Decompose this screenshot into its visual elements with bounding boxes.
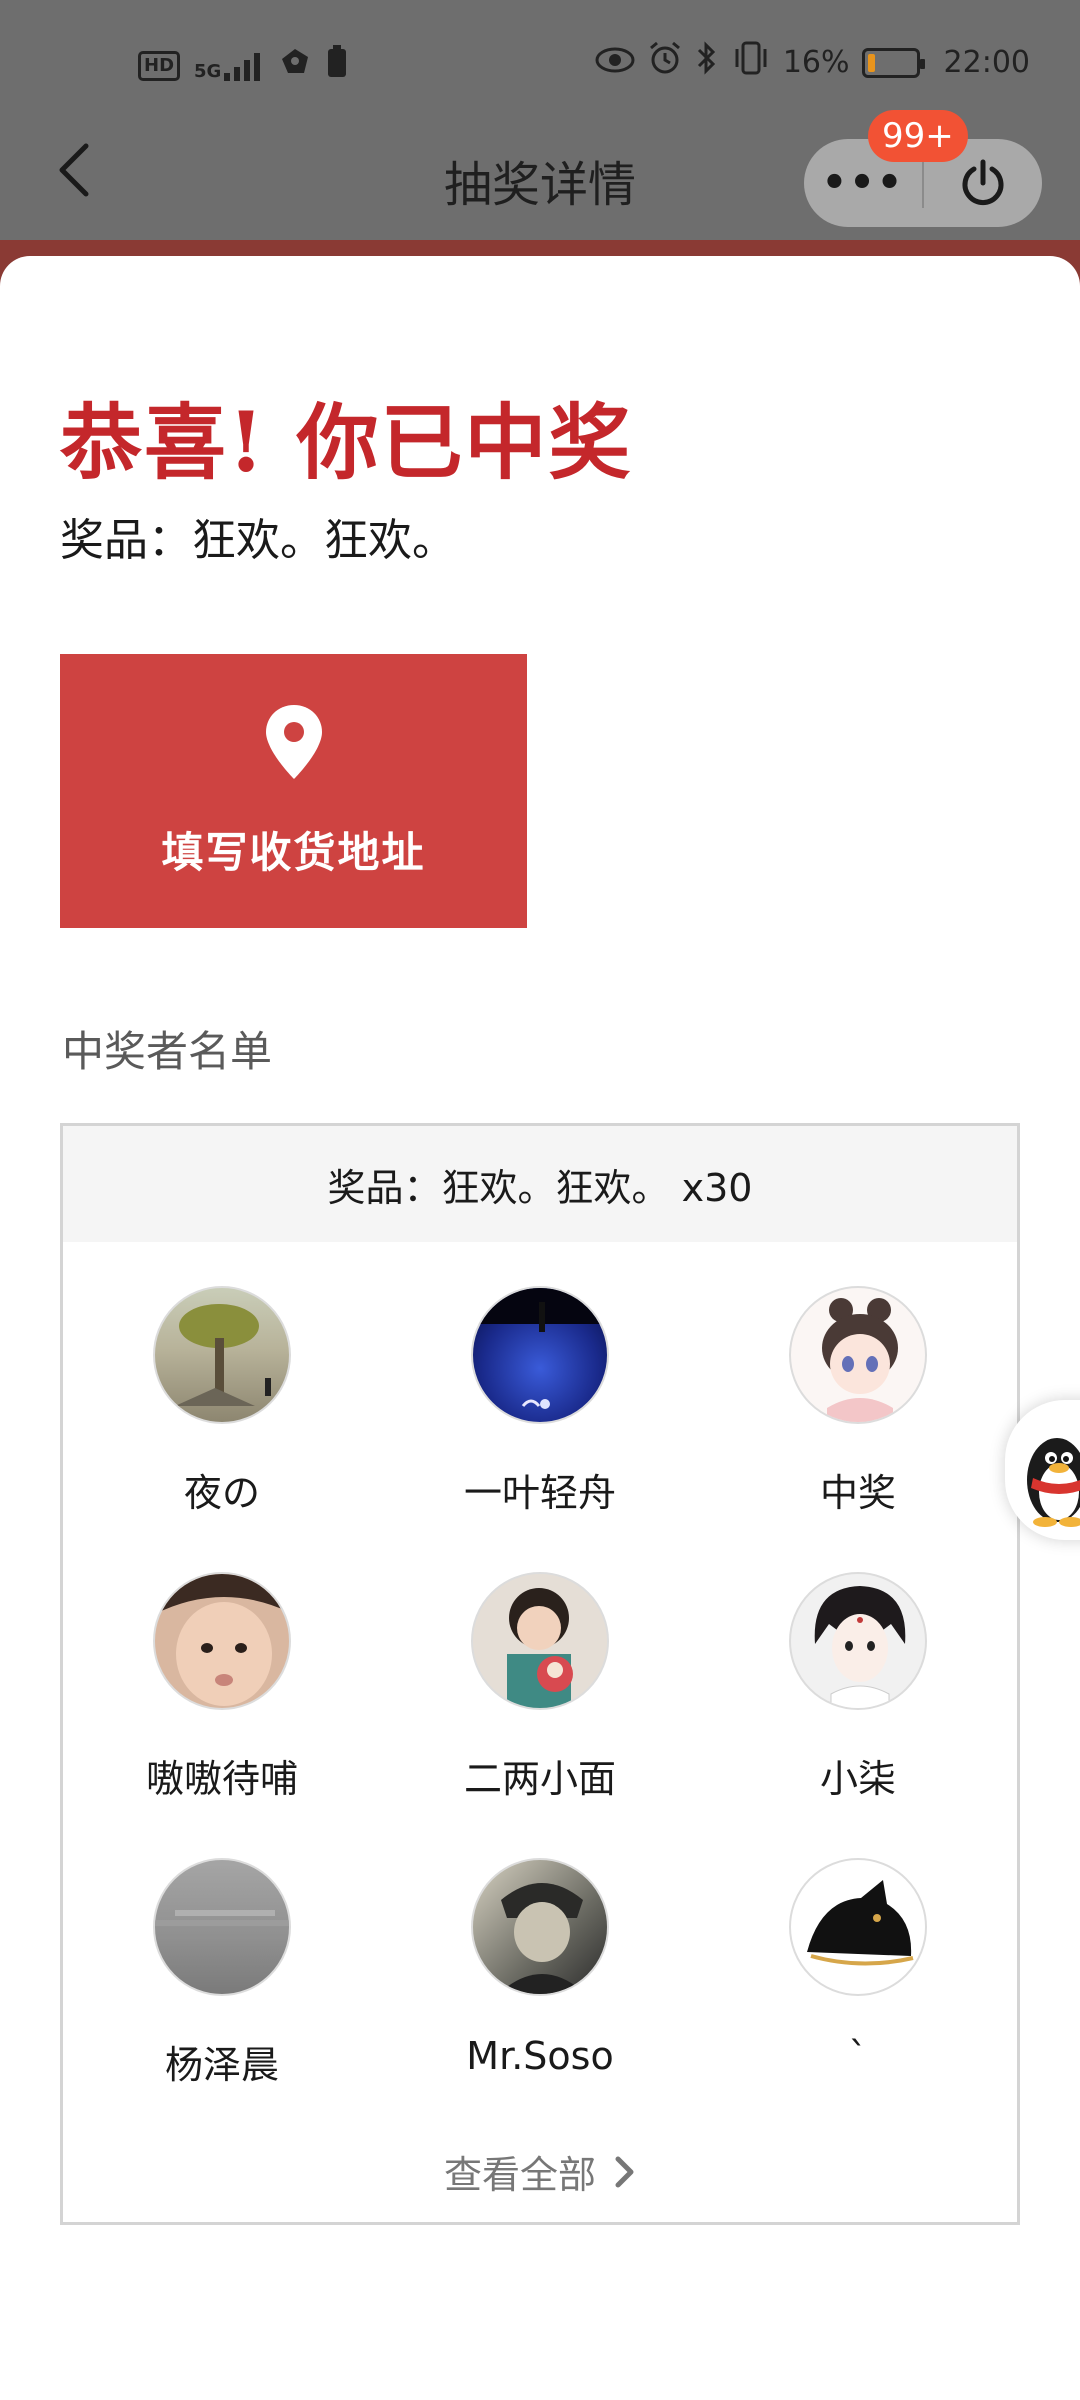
eye-icon: [595, 43, 635, 83]
fill-address-button[interactable]: 填写收货地址: [60, 654, 527, 928]
clock: 22:00: [943, 45, 1030, 80]
battery-saver-icon: [326, 44, 348, 87]
lottery-result-sheet: 恭喜! 你已中奖 奖品：狂欢。狂欢。 填写收货地址 中奖者名单 奖品：狂欢。狂欢…: [0, 256, 1080, 2400]
vibrate-icon: [731, 41, 771, 84]
battery-icon: [861, 47, 925, 78]
winner-item[interactable]: 杨泽晨: [63, 1858, 381, 2089]
winner-name: `: [848, 2034, 868, 2078]
status-left-icons: HD 5G: [138, 44, 348, 87]
avatar: [471, 1572, 609, 1710]
view-all-label: 查看全部: [443, 2153, 596, 2197]
power-icon: [962, 159, 1004, 206]
dimmed-backdrop: HD 5G 16% 22:00 抽奖详情 ••• 99+: [0, 0, 1080, 290]
status-bar: HD 5G 16% 22:00: [0, 30, 1080, 100]
prize-description: 奖品：狂欢。狂欢。: [60, 515, 456, 566]
avatar: [789, 1572, 927, 1710]
notification-badge: 99+: [868, 110, 968, 162]
winner-item[interactable]: `: [699, 1858, 1017, 2078]
hd-icon: HD: [138, 50, 181, 81]
winner-name: 二两小面: [463, 1757, 616, 1801]
avatar: [789, 1286, 927, 1424]
more-dots-icon: •••: [821, 160, 905, 206]
winners-box: 奖品：狂欢。狂欢。 x30 夜の 一叶轻舟 中奖 嗷嗷待哺 二两小面 小柒 杨泽…: [60, 1123, 1020, 2225]
win-headline: 恭喜! 你已中奖: [60, 395, 633, 491]
alarm-icon: [647, 40, 683, 85]
avatar: [789, 1858, 927, 1996]
bluetooth-icon: [695, 40, 719, 85]
winners-list-title: 中奖者名单: [62, 1027, 273, 1076]
winner-item[interactable]: 一叶轻舟: [381, 1286, 699, 1517]
avatar: [153, 1286, 291, 1424]
winner-name: 中奖: [819, 1471, 896, 1515]
battery-percent: 16%: [782, 45, 850, 80]
battery-fill: [867, 53, 875, 72]
app-notification-icon: [278, 45, 312, 86]
fill-address-label: 填写收货地址: [161, 827, 426, 877]
winner-name: 夜の: [183, 1471, 260, 1515]
winner-name: 嗷嗷待哺: [145, 1757, 298, 1801]
avatar: [471, 1858, 609, 1996]
winners-box-header: 奖品：狂欢。狂欢。 x30: [63, 1126, 1017, 1242]
winner-name: 一叶轻舟: [463, 1471, 616, 1515]
location-pin-icon: [265, 704, 322, 779]
network-type-label: 5G: [194, 60, 222, 82]
winner-item[interactable]: 嗷嗷待哺: [63, 1572, 381, 1803]
avatar: [153, 1858, 291, 1996]
avatar: [471, 1286, 609, 1424]
avatar: [153, 1572, 291, 1710]
view-all-link[interactable]: 查看全部: [63, 2144, 1017, 2199]
5g-signal-icon: 5G: [194, 51, 264, 81]
winner-name: 小柒: [819, 1757, 896, 1801]
status-right-icons: 16% 22:00: [595, 40, 1030, 85]
winner-item[interactable]: 小柒: [699, 1572, 1017, 1803]
winner-name: 杨泽晨: [164, 2043, 279, 2087]
winner-item[interactable]: Mr.Soso: [381, 1858, 699, 2078]
chevron-right-icon: [615, 2156, 634, 2187]
winner-name: Mr.Soso: [466, 2034, 614, 2078]
winner-item[interactable]: 中奖: [699, 1286, 1017, 1517]
winner-item[interactable]: 夜の: [63, 1286, 381, 1517]
winner-item[interactable]: 二两小面: [381, 1572, 699, 1803]
